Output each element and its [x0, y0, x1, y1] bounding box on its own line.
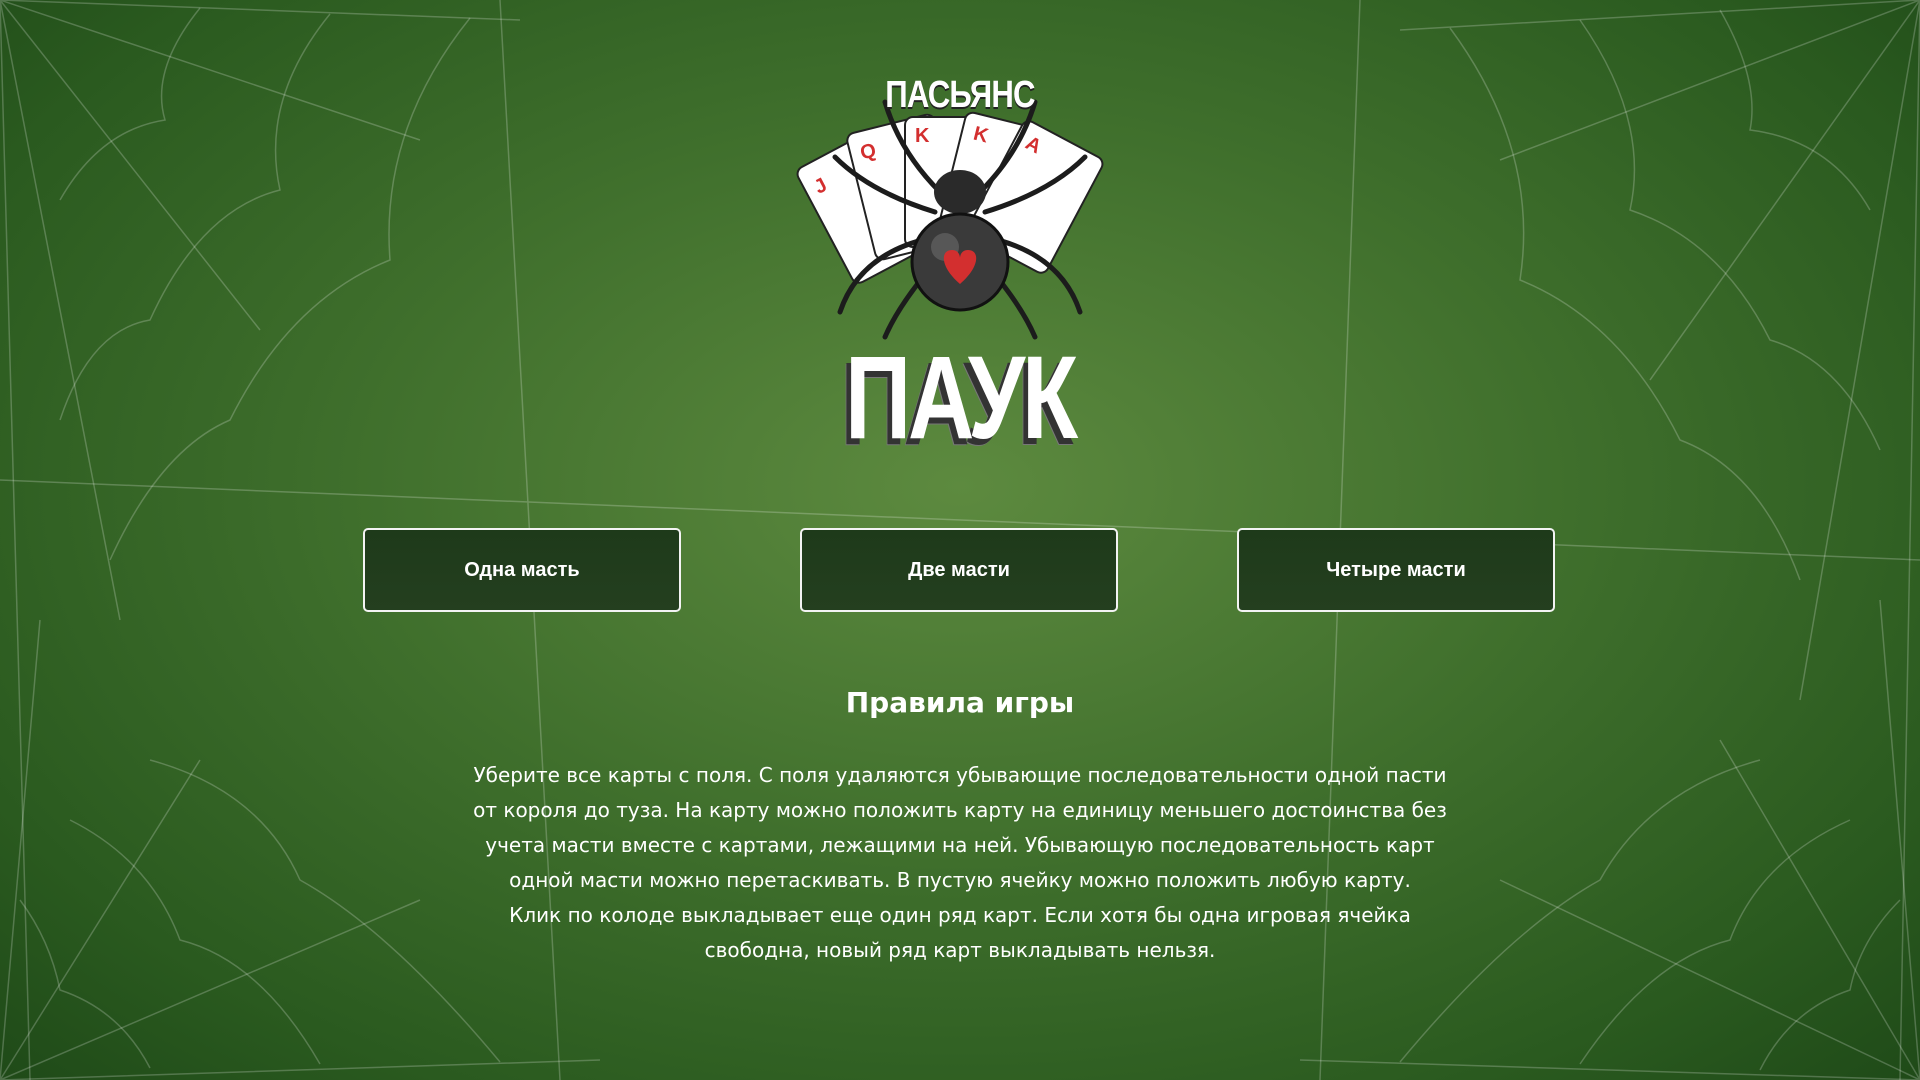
one-suit-button[interactable]: Одна масть	[363, 528, 681, 612]
rules-text: Уберите все карты с поля. С поля удаляют…	[420, 758, 1500, 968]
four-suits-button[interactable]: Четыре масти	[1237, 528, 1555, 612]
two-suits-button[interactable]: Две масти	[800, 528, 1118, 612]
rules-line: учета масти вместе с картами, лежащими н…	[485, 833, 1435, 857]
rules-line: свободна, новый ряд карт выкладывать нел…	[704, 938, 1216, 962]
rules-line: Уберите все карты с поля. С поля удаляют…	[473, 763, 1447, 787]
game-logo: J Q K K A ПАСЬЯНС ПАУК	[790, 62, 1130, 464]
rules-line: одной масти можно перетаскивать. В пусту…	[509, 868, 1411, 892]
logo-top-text: ПАСЬЯНС	[885, 74, 1035, 116]
logo-title: ПАУК	[844, 332, 1078, 464]
rules-line: Клик по колоде выкладывает еще один ряд …	[509, 903, 1411, 927]
rules-line: от короля до туза. На карту можно положи…	[473, 798, 1447, 822]
rules-title: Правила игры	[845, 686, 1075, 719]
